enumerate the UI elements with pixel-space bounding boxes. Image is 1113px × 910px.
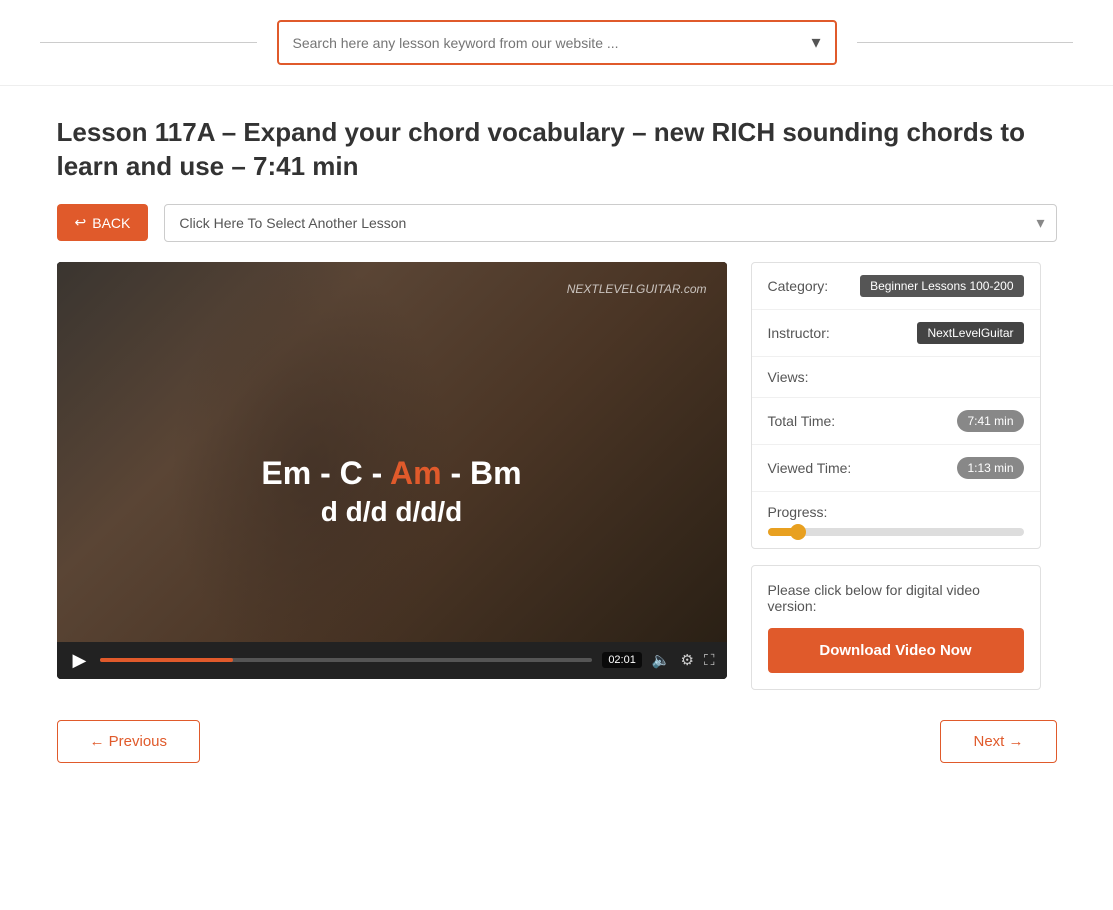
total-time-row: Total Time: 7:41 min bbox=[752, 398, 1040, 445]
lesson-select-container: Click Here To Select Another Lesson ▾ bbox=[164, 204, 1056, 242]
fullscreen-icon[interactable]: ⛶ bbox=[704, 652, 715, 669]
search-container: ▾ bbox=[277, 20, 837, 65]
settings-icon[interactable]: ⚙ bbox=[681, 651, 694, 669]
next-label: Next → bbox=[973, 733, 1023, 750]
volume-icon[interactable]: 🔈 bbox=[652, 651, 671, 669]
chord-bm: - Bm bbox=[442, 455, 522, 491]
download-card: Please click below for digital video ver… bbox=[751, 565, 1041, 690]
search-input[interactable] bbox=[279, 25, 798, 61]
category-label: Category: bbox=[768, 278, 829, 294]
views-label: Views: bbox=[768, 369, 809, 385]
lesson-select-dropdown[interactable]: Click Here To Select Another Lesson bbox=[164, 204, 1056, 242]
instructor-badge: NextLevelGuitar bbox=[917, 322, 1023, 344]
viewed-time-row: Viewed Time: 1:13 min bbox=[752, 445, 1040, 492]
guitarist-silhouette bbox=[57, 262, 727, 642]
total-time-label: Total Time: bbox=[768, 413, 836, 429]
search-line-left bbox=[40, 42, 257, 43]
total-time-badge: 7:41 min bbox=[957, 410, 1023, 432]
toolbar: ↩ BACK Click Here To Select Another Less… bbox=[57, 204, 1057, 242]
watermark: NEXTLEVELGUITAR.com bbox=[567, 282, 707, 296]
chord-overlay: Em - C - Am - Bm d d/d d/d/d bbox=[261, 455, 521, 528]
video-frame[interactable]: NEXTLEVELGUITAR.com Em - C - Am - Bm d d… bbox=[57, 262, 727, 642]
category-row: Category: Beginner Lessons 100-200 bbox=[752, 263, 1040, 310]
progress-thumb bbox=[790, 524, 806, 540]
back-label: BACK bbox=[92, 215, 130, 231]
progress-label: Progress: bbox=[768, 504, 1024, 520]
search-line-right bbox=[857, 42, 1074, 43]
play-button[interactable]: ▶ bbox=[69, 650, 91, 671]
back-button[interactable]: ↩ BACK bbox=[57, 204, 149, 241]
download-video-button[interactable]: Download Video Now bbox=[768, 628, 1024, 673]
video-progress-bar[interactable] bbox=[100, 658, 592, 662]
chevron-down-icon[interactable]: ▾ bbox=[797, 22, 834, 63]
chord-am: Am bbox=[390, 455, 442, 491]
next-button[interactable]: Next → bbox=[940, 720, 1056, 763]
progress-section: Progress: bbox=[752, 492, 1040, 548]
top-search-bar: ▾ bbox=[0, 0, 1113, 86]
video-player: NEXTLEVELGUITAR.com Em - C - Am - Bm d d… bbox=[57, 262, 727, 679]
instructor-label: Instructor: bbox=[768, 325, 830, 341]
nav-buttons: ← Previous Next → bbox=[57, 720, 1057, 763]
arrow-left-icon: ↩ bbox=[75, 214, 87, 231]
chord-line2: d d/d d/d/d bbox=[261, 496, 521, 528]
views-row: Views: bbox=[752, 357, 1040, 398]
main-content: Lesson 117A – Expand your chord vocabula… bbox=[17, 86, 1097, 793]
info-card: Category: Beginner Lessons 100-200 Instr… bbox=[751, 262, 1041, 549]
chord-line1: Em - C - Am - Bm bbox=[261, 455, 521, 492]
lesson-title: Lesson 117A – Expand your chord vocabula… bbox=[57, 116, 1057, 184]
category-badge: Beginner Lessons 100-200 bbox=[860, 275, 1023, 297]
sidebar-panel: Category: Beginner Lessons 100-200 Instr… bbox=[751, 262, 1041, 690]
previous-label: ← Previous bbox=[90, 733, 168, 750]
video-wrapper: NEXTLEVELGUITAR.com Em - C - Am - Bm d d… bbox=[57, 262, 727, 679]
viewed-time-label: Viewed Time: bbox=[768, 460, 852, 476]
instructor-row: Instructor: NextLevelGuitar bbox=[752, 310, 1040, 357]
viewed-time-badge: 1:13 min bbox=[957, 457, 1023, 479]
video-controls: ▶ 02:01 🔈 ⚙ ⛶ bbox=[57, 642, 727, 679]
video-progress-fill bbox=[100, 658, 233, 662]
control-icons: 🔈 ⚙ ⛶ bbox=[652, 651, 715, 669]
chord-em-c: Em - C - bbox=[261, 455, 390, 491]
content-area: NEXTLEVELGUITAR.com Em - C - Am - Bm d d… bbox=[57, 262, 1057, 690]
video-timestamp: 02:01 bbox=[602, 652, 642, 668]
progress-track[interactable] bbox=[768, 528, 1024, 536]
download-description: Please click below for digital video ver… bbox=[768, 582, 1024, 614]
previous-button[interactable]: ← Previous bbox=[57, 720, 201, 763]
